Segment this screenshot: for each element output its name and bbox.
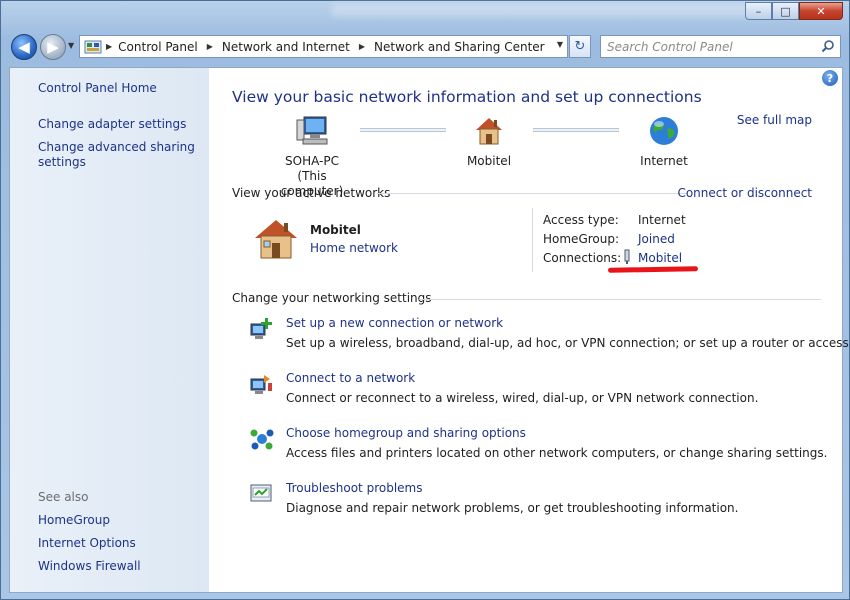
connect-or-disconnect-link[interactable]: Connect or disconnect [677,186,812,200]
sidebar-homegroup[interactable]: HomeGroup [38,513,198,528]
title-bar: – □ ✕ [1,1,849,27]
sidebar-control-panel-home[interactable]: Control Panel Home [38,81,198,96]
map-connector-line [533,128,619,132]
breadcrumb-separator-icon[interactable]: ▶ [106,42,112,51]
sidebar-change-advanced-sharing-settings[interactable]: Change advanced sharing settings [38,140,198,170]
computer-icon [295,114,329,148]
access-type-label: Access type: [543,213,619,227]
connect-network-icon [249,371,275,397]
sidebar: Control Panel Home Change adapter settin… [10,68,209,592]
map-internet-name: Internet [640,154,688,168]
active-network-name: Mobitel [310,223,361,237]
help-icon[interactable]: ? [822,70,838,86]
breadcrumb-chevron-icon[interactable]: ▶ [359,42,365,51]
breadcrumb-network-and-internet[interactable]: Network and Internet [222,40,350,54]
homegroup-sharing-desc: Access files and printers located on oth… [286,446,828,460]
setup-connection-link[interactable]: Set up a new connection or network [286,316,503,330]
troubleshoot-icon [249,481,275,507]
access-type-value: Internet [638,213,686,227]
map-internet-node[interactable]: Internet [624,114,704,169]
search-box [600,35,841,58]
change-settings-label: Change your networking settings [232,291,432,305]
new-connection-icon [249,316,275,342]
breadcrumb: Control Panel ▶ Network and Internet ▶ N… [118,40,544,54]
section-divider [377,193,688,194]
main-panel: ? View your basic network information an… [209,68,850,592]
navigation-bar: ◀ ▶ ▼ ▶ Control Panel ▶ Network and Inte… [1,31,849,63]
address-dropdown-icon[interactable]: ▼ [557,40,563,49]
content-area: Control Panel Home Change adapter settin… [9,67,850,593]
window-frame: – □ ✕ ◀ ▶ ▼ ▶ Control Panel ▶ Network an… [0,0,850,600]
window-controls: – □ ✕ [745,2,843,20]
connection-mobitel-link[interactable]: Mobitel [638,251,682,265]
section-divider [419,299,821,300]
recent-pages-dropdown[interactable]: ▼ [68,41,74,50]
forward-button[interactable]: ▶ [40,34,66,60]
see-also-label: See also [38,490,89,504]
back-button[interactable]: ◀ [11,34,37,60]
network-type-link[interactable]: Home network [310,241,398,255]
troubleshoot-link[interactable]: Troubleshoot problems [286,481,422,495]
breadcrumb-chevron-icon[interactable]: ▶ [207,42,213,51]
close-button[interactable]: ✕ [799,2,843,20]
sidebar-change-adapter-settings[interactable]: Change adapter settings [38,117,198,132]
map-network-node[interactable]: Mobitel [449,114,529,169]
setup-connection-desc: Set up a wireless, broadband, dial-up, a… [286,336,850,350]
homegroup-label: HomeGroup: [543,232,620,246]
search-input[interactable] [601,36,811,57]
computer-name: SOHA-PC [285,154,339,168]
search-icon[interactable] [821,39,835,53]
connect-network-desc: Connect or reconnect to a wireless, wire… [286,391,759,405]
page-title: View your basic network information and … [232,88,702,106]
maximize-button[interactable]: □ [772,2,799,20]
homegroup-sharing-icon [249,426,275,452]
breadcrumb-control-panel[interactable]: Control Panel [118,40,198,54]
breadcrumb-network-and-sharing-center[interactable]: Network and Sharing Center [374,40,545,54]
usb-modem-icon [622,249,632,265]
minimize-button[interactable]: – [745,2,772,20]
vertical-divider [532,208,533,272]
connect-network-link[interactable]: Connect to a network [286,371,415,385]
home-network-icon [472,114,506,148]
sidebar-internet-options[interactable]: Internet Options [38,536,198,551]
active-networks-label: View your active networks [232,186,391,200]
homegroup-sharing-link[interactable]: Choose homegroup and sharing options [286,426,526,440]
address-bar[interactable]: ▶ Control Panel ▶ Network and Internet ▶… [79,35,568,58]
homegroup-joined-link[interactable]: Joined [638,232,675,246]
refresh-button[interactable]: ↻ [569,35,591,58]
troubleshoot-desc: Diagnose and repair network problems, or… [286,501,739,515]
globe-icon [647,114,681,148]
connections-label: Connections: [543,251,622,265]
map-network-name: Mobitel [466,154,512,168]
see-full-map-link[interactable]: See full map [737,113,812,127]
sidebar-windows-firewall[interactable]: Windows Firewall [38,559,198,574]
control-panel-icon [84,39,102,55]
map-connector-line [360,128,446,132]
home-network-large-icon [251,216,301,262]
